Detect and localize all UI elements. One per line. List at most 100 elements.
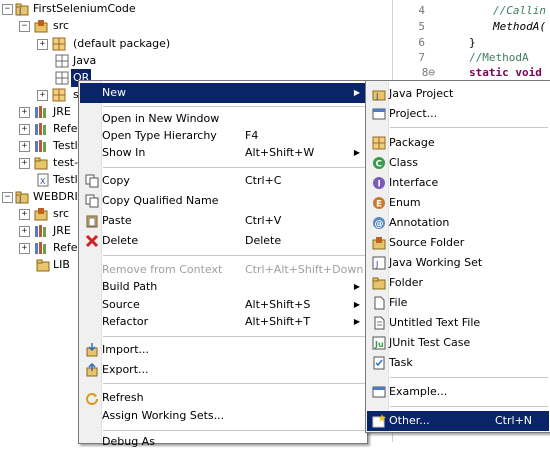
line-number: 8⊖	[421, 66, 435, 79]
package-icon	[52, 37, 66, 51]
src2-label: src	[53, 207, 70, 220]
menu-label: Other...	[389, 414, 430, 427]
tree-item-src2[interactable]: + src	[0, 205, 80, 223]
menu-separator	[103, 336, 365, 337]
menu-item-interface[interactable]: I Interface	[367, 173, 549, 193]
menu-item-enum[interactable]: E Enum	[367, 193, 549, 213]
package-icon	[372, 136, 386, 150]
svg-text:E: E	[376, 200, 382, 210]
tree-item-test-folder[interactable]: + test-	[0, 154, 80, 172]
svg-text:J: J	[375, 260, 378, 269]
enum-icon: E	[373, 197, 385, 210]
menu-item-annotation[interactable]: @ Annotation	[367, 213, 549, 233]
menu-item-copy-qualified-name[interactable]: Copy Qualified Name	[80, 191, 366, 211]
java-label: Java	[73, 54, 97, 67]
menu-item-folder[interactable]: Folder	[367, 273, 549, 293]
menu-item-example[interactable]: Example...	[367, 382, 549, 402]
collapse-icon[interactable]: −	[19, 21, 30, 32]
menu-item-export[interactable]: Export...	[80, 360, 366, 380]
expand-icon[interactable]: +	[19, 141, 30, 152]
menu-label: JUnit Test Case	[389, 336, 471, 349]
menu-item-delete[interactable]: Delete Delete	[80, 231, 366, 251]
tree-item-references[interactable]: + Refe	[0, 120, 80, 138]
library-icon	[35, 225, 46, 237]
copy-icon	[85, 174, 99, 188]
tree-item-src[interactable]: − src	[0, 17, 200, 35]
class-icon: C	[373, 157, 385, 170]
tree-item-partial[interactable]: + s	[0, 86, 90, 104]
tree-item-testxml[interactable]: X Testl	[0, 171, 80, 189]
menu-item-task[interactable]: Task	[367, 353, 549, 373]
menu-accelerator: Alt+Shift+W	[245, 146, 315, 159]
code-line: MethodA(	[493, 20, 546, 33]
menu-item-junit-test-case[interactable]: Ju JUnit Test Case	[367, 333, 549, 353]
menu-item-refresh[interactable]: Refresh	[80, 388, 366, 408]
lib-label: LIB	[53, 258, 70, 271]
svg-text:J: J	[18, 195, 21, 204]
menu-item-source-folder[interactable]: Source Folder	[367, 233, 549, 253]
tree-item-references2[interactable]: + Refe	[0, 239, 80, 257]
menu-label: Build Path	[102, 280, 158, 293]
menu-item-class[interactable]: C Class	[367, 153, 549, 173]
submenu-arrow-icon: ▶	[353, 148, 360, 157]
menu-item-assign-working-sets[interactable]: Assign Working Sets...	[80, 406, 366, 426]
menu-item-java-project[interactable]: J Java Project	[367, 84, 549, 104]
menu-accelerator: Alt+Shift+T	[245, 315, 311, 328]
folder-icon	[372, 277, 386, 290]
expand-icon[interactable]: +	[19, 124, 30, 135]
test-folder-label: test-	[53, 156, 79, 169]
copy-icon	[85, 194, 99, 208]
menu-label: Folder	[389, 276, 423, 289]
task-icon	[373, 356, 385, 370]
collapse-icon[interactable]: −	[2, 192, 13, 203]
annotation-icon: @	[373, 217, 385, 230]
expand-icon[interactable]: +	[19, 209, 30, 220]
tree-item-jre2[interactable]: + JRE	[0, 222, 80, 240]
code-line: }	[469, 36, 476, 49]
menu-item-project[interactable]: Project...	[367, 104, 549, 124]
working-set-icon: J	[372, 256, 386, 270]
svg-text:@: @	[375, 220, 384, 230]
tree-item-webdriver-project[interactable]: − J WEBDRIVE	[0, 188, 92, 206]
collapse-icon[interactable]: −	[2, 4, 13, 15]
menu-label: Package	[389, 136, 435, 149]
menu-label: Delete	[102, 234, 139, 247]
menu-item-file[interactable]: File	[367, 293, 549, 313]
expand-icon[interactable]: +	[19, 107, 30, 118]
menu-label: Import...	[102, 343, 149, 356]
folder-icon	[34, 157, 48, 170]
default-package-label: (default package)	[73, 37, 171, 50]
testxml-label: Testl	[53, 173, 78, 186]
tree-item-project[interactable]: − J FirstSeleniumCode	[0, 0, 200, 18]
menu-item-java-working-set[interactable]: J Java Working Set	[367, 253, 549, 273]
svg-text:J: J	[375, 92, 378, 101]
menu-label: Copy	[102, 174, 130, 187]
other-wizard-icon	[372, 414, 386, 428]
menu-item-refactor[interactable]: Refactor Alt+Shift+T ▶	[80, 312, 366, 332]
menu-item-new[interactable]: New ▶	[80, 83, 366, 103]
menu-item-paste[interactable]: Paste Ctrl+V	[80, 211, 366, 231]
project-icon	[372, 108, 386, 120]
tree-item-testlib[interactable]: + Testl	[0, 137, 80, 155]
expand-icon[interactable]: +	[19, 226, 30, 237]
expand-icon[interactable]: +	[19, 243, 30, 254]
expand-icon[interactable]: +	[19, 158, 30, 169]
menu-item-import[interactable]: Import...	[80, 340, 366, 360]
menu-item-copy[interactable]: Copy Ctrl+C	[80, 171, 366, 191]
menu-item-build-path[interactable]: Build Path ▶	[80, 277, 366, 297]
expand-icon[interactable]: +	[37, 90, 48, 101]
references2-label: Refe	[53, 241, 78, 254]
library-icon	[35, 140, 46, 152]
tree-item-java[interactable]: Java	[0, 52, 200, 70]
expand-icon[interactable]: +	[37, 39, 48, 50]
menu-item-other[interactable]: Other... Ctrl+N	[367, 411, 549, 431]
java-project-icon: J	[372, 90, 386, 101]
menu-item-show-in[interactable]: Show In Alt+Shift+W ▶	[80, 143, 366, 163]
tree-item-default-package[interactable]: + (default package)	[0, 35, 200, 53]
menu-item-debug-as[interactable]: Debug As	[80, 432, 366, 452]
references-label: Refe	[53, 122, 78, 135]
menu-item-untitled-text-file[interactable]: Untitled Text File	[367, 313, 549, 333]
tree-item-jre[interactable]: + JRE	[0, 103, 80, 121]
tree-item-lib[interactable]: LIB	[0, 256, 80, 274]
menu-item-package[interactable]: Package	[367, 133, 549, 153]
